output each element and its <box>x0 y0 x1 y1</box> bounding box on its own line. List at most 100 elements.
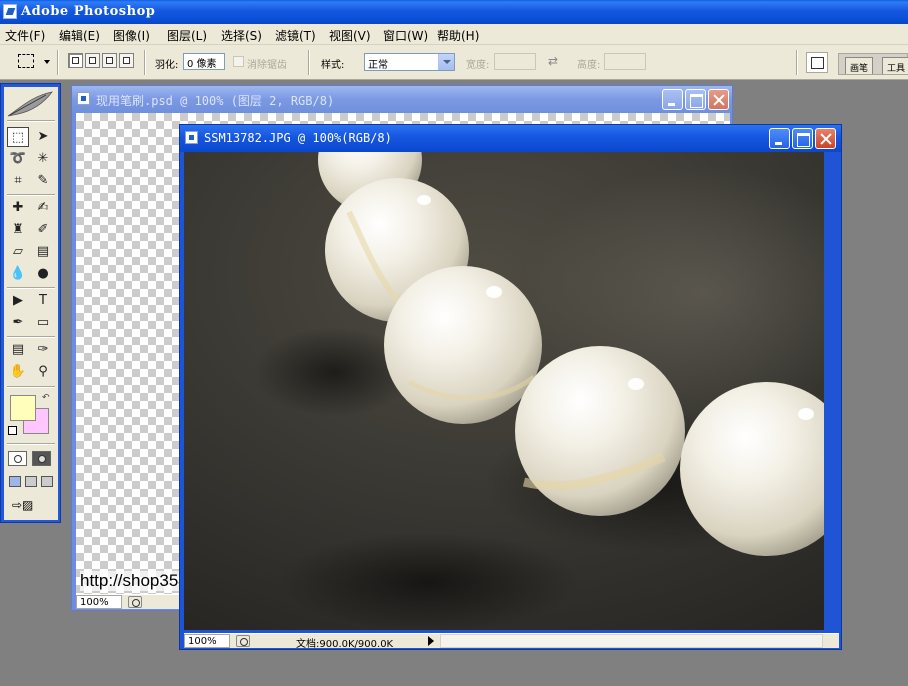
pen-tool-icon[interactable]: ✒ <box>7 313 29 333</box>
document-icon <box>77 92 90 105</box>
toolbox-separator <box>7 386 55 388</box>
crop-tool-icon[interactable]: ⌗ <box>7 171 29 191</box>
jump-to-imageready-icon[interactable]: ⇨▨ <box>12 498 50 516</box>
chevron-down-icon[interactable] <box>438 54 454 70</box>
intersect-selection-button[interactable] <box>119 53 134 68</box>
maximize-button[interactable] <box>792 128 813 149</box>
photo-pearl-bracelet <box>184 152 824 630</box>
magic-wand-tool-icon[interactable]: ✳ <box>32 149 54 169</box>
toolbox-separator <box>7 120 55 122</box>
options-bar: 羽化: 0 像素 消除锯齿 样式: 正常 宽度: ⇄ 高度: 画笔 工具 <box>0 45 908 80</box>
eyedropper-tool-icon[interactable]: ✑ <box>32 340 54 360</box>
close-button[interactable] <box>708 89 729 110</box>
width-label: 宽度: <box>466 60 490 71</box>
antialias-checkbox <box>233 56 244 67</box>
menu-bar: 文件(F) 编辑(E) 图像(I) 图层(L) 选择(S) 滤镜(T) 视图(V… <box>0 24 908 45</box>
photoshop-app-icon <box>3 4 17 19</box>
palette-tab-brushes[interactable]: 画笔 <box>845 57 874 74</box>
slice-tool-icon[interactable]: ✎ <box>32 171 54 191</box>
rect-marquee-tool-preset-icon[interactable] <box>18 54 34 68</box>
hand-tool-icon[interactable]: ✋ <box>7 362 29 382</box>
swap-width-height-icon: ⇄ <box>548 54 559 68</box>
document-window-ssm13782-jpg[interactable]: SSM13782.JPG @ 100%(RGB/8) 100% 文档:900.0… <box>179 124 842 650</box>
menu-layer[interactable]: 图层(L) <box>167 27 207 44</box>
minimize-button[interactable] <box>769 128 790 149</box>
lasso-tool-icon[interactable]: ➰ <box>7 149 29 169</box>
path-selection-tool-icon[interactable]: ▶ <box>7 291 29 311</box>
toolbox-separator <box>7 194 55 196</box>
subtract-from-selection-button[interactable] <box>102 53 117 68</box>
full-screen-mode-button[interactable] <box>41 476 53 487</box>
healing-brush-tool-icon[interactable]: ✚ <box>7 198 29 218</box>
menu-select[interactable]: 选择(S) <box>221 27 262 44</box>
toolbox-separator <box>7 336 55 338</box>
horizontal-scrollbar[interactable] <box>440 634 823 648</box>
zoom-field[interactable]: 100% <box>184 634 230 648</box>
document-size-info: 文档:900.0K/900.0K <box>296 639 394 650</box>
history-brush-tool-icon[interactable]: ✐ <box>32 220 54 240</box>
rect-marquee-tool-icon[interactable]: ⬚ <box>7 127 29 147</box>
full-screen-menu-mode-button[interactable] <box>25 476 37 487</box>
swap-colors-icon[interactable]: ↶ <box>42 393 50 403</box>
clone-stamp-tool-icon[interactable]: ♜ <box>7 220 29 240</box>
menu-file[interactable]: 文件(F) <box>5 27 45 44</box>
menu-window[interactable]: 窗口(W) <box>383 27 428 44</box>
feather-input[interactable]: 0 像素 <box>183 53 225 70</box>
document-title: 现用笔刷.psd @ 100% (图层 2, RGB/8) <box>96 94 335 108</box>
file-browser-icon[interactable] <box>806 52 828 73</box>
add-to-selection-button[interactable] <box>85 53 100 68</box>
status-play-arrow-icon[interactable] <box>428 636 434 646</box>
feather-logo-icon[interactable] <box>6 90 54 118</box>
antialias-label: 消除锯齿 <box>247 60 287 71</box>
menu-filter[interactable]: 滤镜(T) <box>275 27 316 44</box>
move-tool-icon[interactable]: ➤ <box>32 127 54 147</box>
palette-tab-tools[interactable]: 工具 <box>882 57 908 74</box>
document-title-bar[interactable]: SSM13782.JPG @ 100%(RGB/8) <box>180 125 841 152</box>
options-separator <box>796 50 798 75</box>
style-select-value: 正常 <box>368 60 388 71</box>
menu-image[interactable]: 图像(I) <box>113 27 150 44</box>
feather-label: 羽化: <box>155 60 179 71</box>
minimize-button[interactable] <box>662 89 683 110</box>
height-label: 高度: <box>577 60 601 71</box>
style-label: 样式: <box>321 60 345 71</box>
gradient-tool-icon[interactable]: ▤ <box>32 242 54 262</box>
dodge-tool-icon[interactable]: ● <box>32 264 54 284</box>
zoom-field[interactable]: 100% <box>76 595 122 609</box>
status-menu-icon[interactable] <box>128 596 142 608</box>
foreground-color-swatch[interactable] <box>10 395 36 421</box>
menu-help[interactable]: 帮助(H) <box>437 27 479 44</box>
style-select[interactable]: 正常 <box>364 53 455 71</box>
menu-view[interactable]: 视图(V) <box>329 27 371 44</box>
standard-screen-mode-button[interactable] <box>9 476 21 487</box>
width-input <box>494 53 536 70</box>
app-title-bar[interactable]: Adobe Photoshop <box>0 0 908 24</box>
default-colors-icon[interactable] <box>8 426 17 435</box>
watermark-text: http://shop354 <box>80 571 188 591</box>
rectangle-shape-tool-icon[interactable]: ▭ <box>32 313 54 333</box>
maximize-button[interactable] <box>685 89 706 110</box>
toolbox-separator <box>7 287 55 289</box>
type-tool-icon[interactable]: T <box>32 291 54 311</box>
brush-tool-icon[interactable]: ✍ <box>32 198 54 218</box>
document-status-bar: 100% 文档:900.0K/900.0K <box>184 633 839 650</box>
status-menu-icon[interactable] <box>236 635 250 647</box>
notes-tool-icon[interactable]: ▤ <box>7 340 29 360</box>
standard-mode-button[interactable] <box>8 451 27 466</box>
menu-edit[interactable]: 编辑(E) <box>59 27 100 44</box>
zoom-tool-icon[interactable]: ⚲ <box>32 362 54 382</box>
height-input <box>604 53 646 70</box>
pearl-beads-image <box>254 152 824 630</box>
image-canvas[interactable] <box>184 152 824 633</box>
close-button[interactable] <box>815 128 836 149</box>
blur-tool-icon[interactable]: 💧 <box>7 264 29 284</box>
app-title: Adobe Photoshop <box>21 4 156 19</box>
tool-preset-dropdown-arrow-icon[interactable] <box>44 60 50 64</box>
options-separator <box>57 50 59 75</box>
toolbox-separator <box>7 443 55 445</box>
eraser-tool-icon[interactable]: ▱ <box>7 242 29 262</box>
document-icon <box>185 131 198 144</box>
quick-mask-mode-button[interactable] <box>32 451 51 466</box>
document-title-bar[interactable]: 现用笔刷.psd @ 100% (图层 2, RGB/8) <box>72 86 732 113</box>
new-selection-button[interactable] <box>68 53 83 68</box>
